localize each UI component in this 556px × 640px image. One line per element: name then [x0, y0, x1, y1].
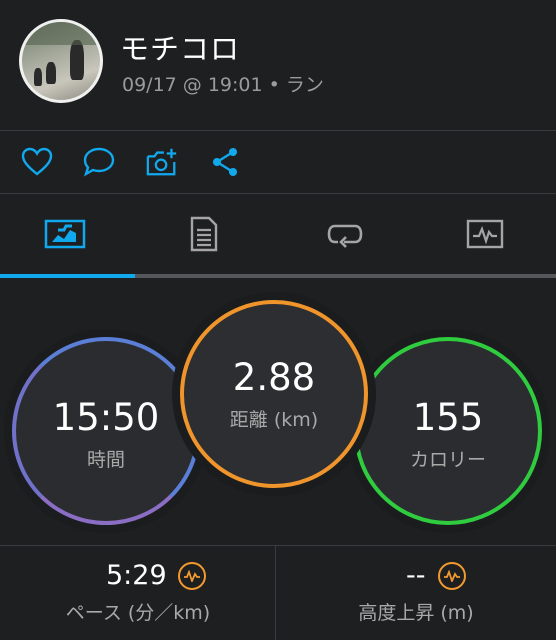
calories-label: カロリー: [409, 449, 486, 471]
elevation-label: 高度上昇 (m): [358, 602, 474, 624]
graph-icon: [466, 219, 504, 249]
tab-summary[interactable]: [40, 212, 90, 256]
user-name[interactable]: モチコロ: [120, 26, 240, 68]
details-document-icon: [190, 216, 218, 252]
tab-bar: [0, 194, 556, 280]
time-label: 時間: [86, 449, 125, 471]
summary-chart-icon: [44, 219, 86, 249]
tab-laps[interactable]: [320, 212, 370, 256]
tab-indicator-active: [0, 274, 135, 278]
elevation-value: --: [406, 560, 426, 591]
distance-label: 距離 (km): [229, 409, 319, 431]
pace-label: ペース (分／km): [65, 602, 211, 624]
action-bar: [0, 131, 556, 193]
tab-graphs[interactable]: [460, 212, 510, 256]
pace-value: 5:29: [106, 560, 167, 591]
distance-circle: 2.88 距離 (km): [180, 300, 368, 488]
distance-value: 2.88: [232, 356, 316, 399]
heart-icon[interactable]: [20, 145, 54, 179]
comment-icon[interactable]: [82, 145, 116, 179]
stats-panel: 15:50 時間 155 カロリー 2.88 距離 (km): [0, 280, 556, 545]
tab-details[interactable]: [179, 212, 229, 256]
share-icon[interactable]: [208, 145, 242, 179]
time-value: 15:50: [52, 396, 160, 439]
pace-cell[interactable]: 5:29 ペース (分／km): [0, 546, 276, 640]
heart-rate-pulse-icon: [438, 562, 466, 590]
heart-rate-pulse-icon: [178, 562, 206, 590]
activity-header: モチコロ 09/17 @ 19:01 • ラン: [0, 0, 556, 130]
add-photo-icon[interactable]: [145, 145, 179, 179]
calories-value: 155: [412, 396, 484, 439]
divider: [275, 546, 276, 640]
elevation-cell[interactable]: -- 高度上昇 (m): [278, 546, 554, 640]
bottom-metrics: 5:29 ペース (分／km) -- 高度上昇 (m): [0, 546, 556, 640]
avatar[interactable]: [19, 19, 103, 103]
calories-circle: 155 カロリー: [354, 337, 542, 525]
time-circle: 15:50 時間: [12, 337, 200, 525]
laps-icon: [327, 224, 363, 248]
activity-datetime: 09/17 @ 19:01 • ラン: [122, 74, 324, 96]
